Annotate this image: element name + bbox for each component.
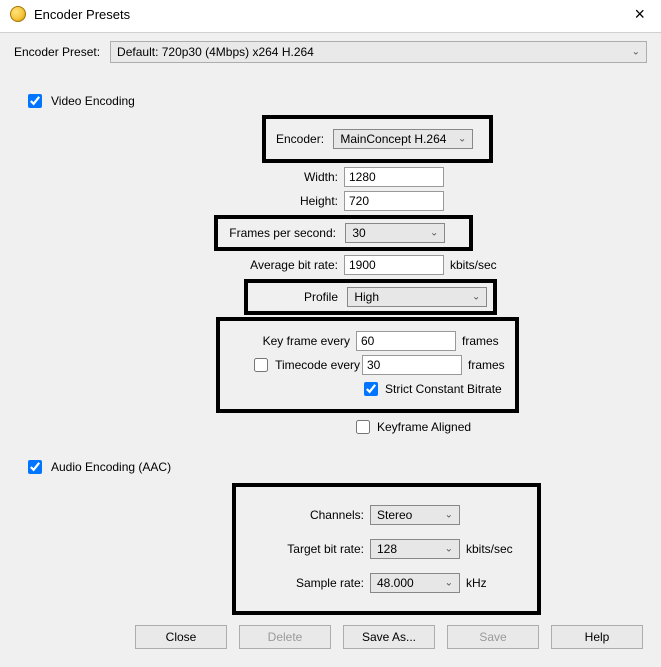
close-icon[interactable]: × xyxy=(628,6,651,22)
keyframe-input[interactable] xyxy=(356,331,456,351)
samplerate-value: 48.000 xyxy=(377,576,414,590)
keyframe-aligned-checkbox[interactable] xyxy=(356,420,370,434)
video-encoding-label: Video Encoding xyxy=(51,94,135,108)
chevron-down-icon: ⌄ xyxy=(458,134,466,145)
preset-label: Encoder Preset: xyxy=(14,45,100,59)
samplerate-unit: kHz xyxy=(466,576,487,590)
timecode-unit: frames xyxy=(468,358,505,372)
audio-encoding-checkbox[interactable] xyxy=(28,460,42,474)
targetbr-unit: kbits/sec xyxy=(466,542,513,556)
fps-label: Frames per second: xyxy=(224,226,342,240)
keyframe-label: Key frame every xyxy=(230,334,356,348)
strict-cbr-label: Strict Constant Bitrate xyxy=(385,382,502,396)
targetbr-label: Target bit rate: xyxy=(260,542,370,556)
height-label: Height: xyxy=(24,194,344,208)
avgbr-unit: kbits/sec xyxy=(450,258,497,272)
channels-label: Channels: xyxy=(260,508,370,522)
samplerate-select[interactable]: 48.000 ⌄ xyxy=(370,573,460,593)
chevron-down-icon: ⌄ xyxy=(445,578,453,589)
highlight-fps: Frames per second: 30 ⌄ xyxy=(214,215,473,251)
timecode-checkbox[interactable] xyxy=(254,358,268,372)
width-label: Width: xyxy=(24,170,344,184)
preset-value: Default: 720p30 (4Mbps) x264 H.264 xyxy=(117,45,314,59)
encoder-label: Encoder: xyxy=(276,132,330,146)
width-input[interactable] xyxy=(344,167,444,187)
targetbr-value: 128 xyxy=(377,542,397,556)
chevron-down-icon: ⌄ xyxy=(445,510,453,521)
close-button[interactable]: Close xyxy=(135,625,227,649)
encoder-preset-select[interactable]: Default: 720p30 (4Mbps) x264 H.264 ⌄ xyxy=(110,41,647,63)
timecode-input[interactable] xyxy=(362,355,462,375)
chevron-down-icon: ⌄ xyxy=(632,47,640,58)
fps-value: 30 xyxy=(352,226,365,240)
highlight-keyframe: Key frame every frames Timecode every fr… xyxy=(216,317,519,413)
window-title: Encoder Presets xyxy=(34,7,628,22)
keyframe-unit: frames xyxy=(462,334,499,348)
chevron-down-icon: ⌄ xyxy=(430,228,438,239)
encoder-value: MainConcept H.264 xyxy=(340,132,446,146)
targetbr-select[interactable]: 128 ⌄ xyxy=(370,539,460,559)
avgbr-input[interactable] xyxy=(344,255,444,275)
profile-label: Profile xyxy=(254,290,344,304)
button-bar: Close Delete Save As... Save Help xyxy=(0,611,661,663)
channels-select[interactable]: Stereo ⌄ xyxy=(370,505,460,525)
profile-value: High xyxy=(354,290,379,304)
video-encoding-checkbox[interactable] xyxy=(28,94,42,108)
profile-select[interactable]: High ⌄ xyxy=(347,287,487,307)
help-button[interactable]: Help xyxy=(551,625,643,649)
encoder-select[interactable]: MainConcept H.264 ⌄ xyxy=(333,129,473,149)
samplerate-label: Sample rate: xyxy=(260,576,370,590)
fps-select[interactable]: 30 ⌄ xyxy=(345,223,445,243)
highlight-profile: Profile High ⌄ xyxy=(244,279,497,315)
strict-cbr-checkbox[interactable] xyxy=(364,382,378,396)
app-icon xyxy=(10,6,26,22)
highlight-audio: Channels: Stereo ⌄ Target bit rate: 128 … xyxy=(232,483,541,615)
audio-encoding-label: Audio Encoding (AAC) xyxy=(51,460,171,474)
channels-value: Stereo xyxy=(377,508,412,522)
delete-button[interactable]: Delete xyxy=(239,625,331,649)
titlebar: Encoder Presets × xyxy=(0,0,661,32)
avgbr-label: Average bit rate: xyxy=(24,258,344,272)
save-as-button[interactable]: Save As... xyxy=(343,625,435,649)
save-button[interactable]: Save xyxy=(447,625,539,649)
chevron-down-icon: ⌄ xyxy=(445,544,453,555)
timecode-label: Timecode every xyxy=(275,358,360,372)
keyframe-aligned-label: Keyframe Aligned xyxy=(377,420,471,434)
height-input[interactable] xyxy=(344,191,444,211)
highlight-encoder: Encoder: MainConcept H.264 ⌄ xyxy=(262,115,493,163)
chevron-down-icon: ⌄ xyxy=(472,292,480,303)
